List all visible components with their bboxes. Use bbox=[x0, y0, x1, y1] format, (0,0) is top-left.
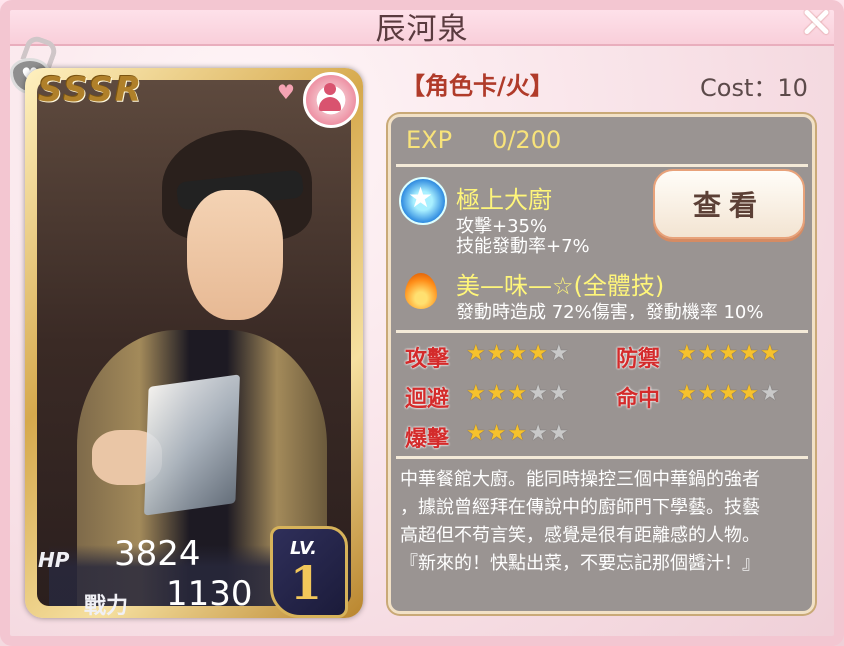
close-icon[interactable] bbox=[800, 6, 832, 38]
star-filled-icon: ★ bbox=[507, 341, 529, 366]
stat-stars-attack: ★★★★★ bbox=[466, 341, 570, 366]
star-empty-icon: ★ bbox=[528, 421, 549, 446]
hp-label: HP bbox=[38, 548, 70, 572]
star-badge-icon bbox=[399, 177, 447, 225]
star-empty-icon: ★ bbox=[548, 341, 570, 366]
stat-stars-evasion: ★★★★★ bbox=[466, 381, 570, 406]
active-skill-name: 美—味—☆(全體技) bbox=[456, 272, 665, 300]
stat-stars-defense: ★★★★★ bbox=[677, 341, 781, 366]
stat-label-accuracy: 命中 bbox=[616, 387, 661, 412]
title-bar: 辰河泉 bbox=[0, 0, 844, 47]
divider bbox=[396, 456, 808, 459]
exp-row: EXP 0/200 bbox=[406, 126, 561, 154]
star-empty-icon: ★ bbox=[548, 381, 570, 406]
level-value: 1 bbox=[290, 556, 323, 610]
star-filled-icon: ★ bbox=[486, 341, 508, 366]
stat-label-defense: 防禦 bbox=[616, 347, 661, 372]
star-filled-icon: ★ bbox=[507, 421, 529, 446]
stat-stars-critical: ★★★★★ bbox=[466, 421, 570, 446]
stat-stars-accuracy: ★★★★★ bbox=[677, 381, 781, 406]
hp-value: 3824 bbox=[114, 534, 201, 574]
star-filled-icon: ★ bbox=[466, 381, 487, 406]
star-filled-icon: ★ bbox=[486, 381, 508, 406]
exp-label: EXP bbox=[406, 126, 453, 154]
star-filled-icon: ★ bbox=[697, 341, 719, 366]
star-filled-icon: ★ bbox=[677, 381, 698, 406]
divider bbox=[396, 330, 808, 333]
star-filled-icon: ★ bbox=[697, 381, 719, 406]
star-filled-icon: ★ bbox=[718, 381, 740, 406]
description-line: 中華餐館大廚。能同時操控三個中華鍋的強者 bbox=[400, 469, 760, 490]
exp-value: 0/200 bbox=[492, 126, 562, 154]
window-title: 辰河泉 bbox=[375, 12, 469, 47]
power-label: 戰力 bbox=[84, 594, 129, 619]
stat-label-critical: 爆擊 bbox=[405, 427, 450, 452]
active-skill-desc: 發動時造成 72%傷害，發動機率 10% bbox=[456, 302, 764, 323]
view-button[interactable]: 查看 bbox=[653, 169, 805, 239]
star-empty-icon: ★ bbox=[759, 381, 781, 406]
star-filled-icon: ★ bbox=[466, 421, 487, 446]
stat-label-attack: 攻擊 bbox=[405, 347, 450, 372]
stat-label-evasion: 迴避 bbox=[405, 387, 450, 412]
rarity-badge: SSSR bbox=[38, 70, 144, 110]
passive-skill-desc-2: 技能發動率+7% bbox=[456, 236, 590, 257]
cost-label: Cost：10 bbox=[700, 74, 808, 102]
star-empty-icon: ★ bbox=[528, 381, 549, 406]
star-filled-icon: ★ bbox=[507, 381, 529, 406]
star-filled-icon: ★ bbox=[466, 341, 487, 366]
passive-skill-name: 極上大廚 bbox=[456, 186, 552, 214]
card-detail-window: 辰河泉 SSSR ♥ HP 3824 戰力 1130 LV. 1 【角色卡/火】… bbox=[0, 0, 844, 646]
divider bbox=[396, 164, 808, 167]
star-filled-icon: ★ bbox=[677, 341, 698, 366]
description-line: 『新來的！快點出菜，不要忘記那個醬汁！』 bbox=[400, 553, 760, 574]
profile-icon[interactable] bbox=[303, 72, 359, 128]
star-filled-icon: ★ bbox=[486, 421, 508, 446]
star-filled-icon: ★ bbox=[739, 381, 760, 406]
star-filled-icon: ★ bbox=[759, 341, 781, 366]
star-empty-icon: ★ bbox=[548, 421, 570, 446]
power-value: 1130 bbox=[166, 574, 253, 614]
star-filled-icon: ★ bbox=[739, 341, 760, 366]
star-filled-icon: ★ bbox=[718, 341, 740, 366]
star-filled-icon: ★ bbox=[528, 341, 549, 366]
card-type-tag: 【角色卡/火】 bbox=[401, 72, 554, 100]
flame-icon bbox=[401, 265, 441, 309]
heart-icon: ♥ bbox=[277, 80, 295, 104]
description-line: 高超但不苟言笑，感覺是很有距離感的人物。 bbox=[400, 525, 760, 546]
description-line: ，據說曾經拜在傳說中的廚師門下學藝。技藝 bbox=[400, 497, 760, 518]
